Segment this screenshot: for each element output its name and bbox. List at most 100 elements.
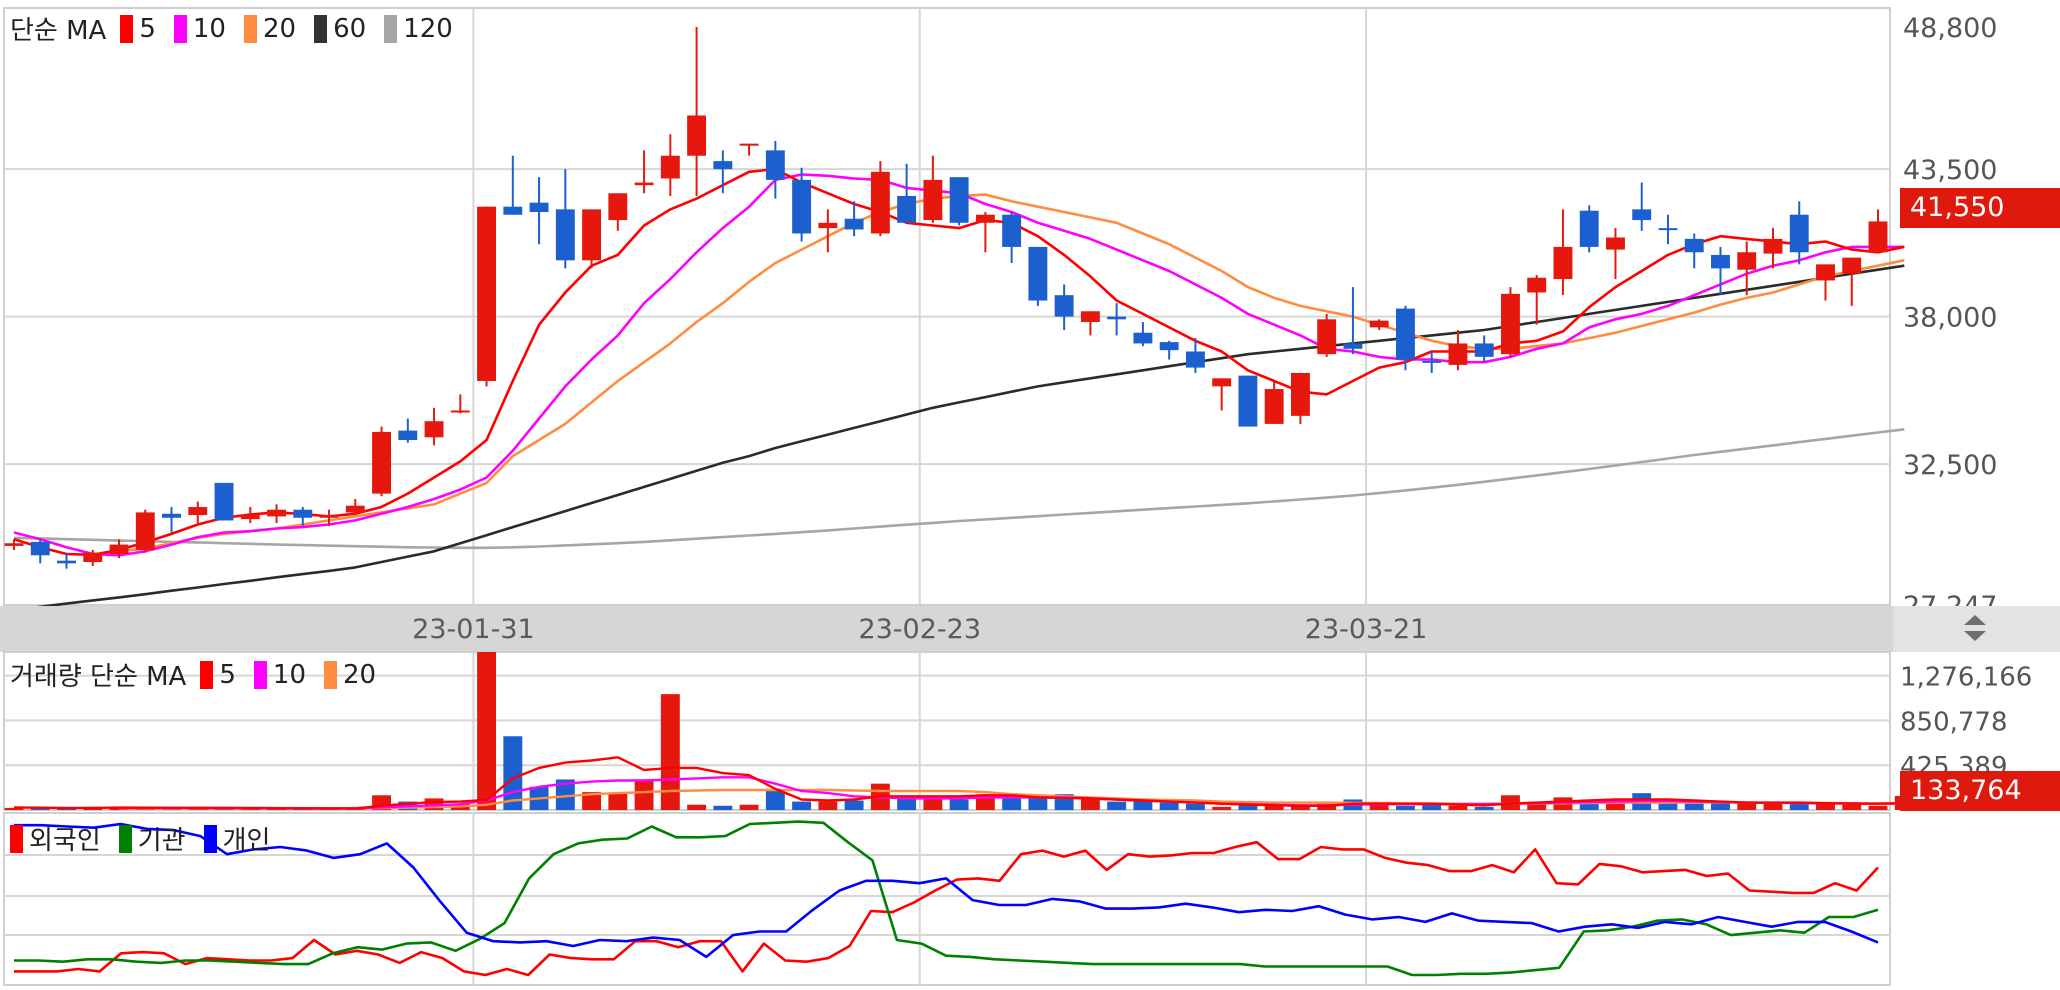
candle-up [4,543,24,546]
investor-legend: 외국인 기관 개인 [2,820,274,857]
volume-bar-up [923,799,943,810]
volume-bar-down [1684,803,1704,810]
time-axis-label: 23-03-21 [1305,614,1428,645]
candle-up [83,552,103,563]
last-volume-tag: 133,764 [1900,771,2060,811]
candle-down [1684,238,1704,253]
price-y-tick: 43,500 [1903,155,1997,186]
candle-down [398,430,418,440]
candle-down [293,509,313,518]
volume-bar-down [949,799,969,810]
price-y-tick: 48,800 [1903,13,1997,44]
candle-down [1395,308,1415,360]
price-legend-label: 20 [262,13,297,44]
candle-up [1369,320,1389,328]
candle-down [1107,316,1127,320]
candle-up [319,515,339,518]
candle-down [1002,214,1022,247]
candle-up [188,507,208,516]
price-legend: 단순 MA 5 10 20 60 120 [10,10,457,47]
axis-resize-handle-icon[interactable] [1960,610,1990,646]
price-legend-label: 120 [403,13,453,44]
candle-up [135,512,155,550]
candle-down [1422,360,1442,363]
volume-bar-down [1395,805,1415,810]
candle-up [634,182,654,186]
candle-up [1606,237,1625,250]
volume-y-tick: 850,778 [1900,707,2008,737]
candle-up [1842,257,1862,274]
candle-up [477,206,497,381]
volume-y-tick: 1,276,166 [1900,663,2032,693]
volume-bar-up [608,793,628,810]
volume-bar-down [1658,803,1678,810]
volume-bar-down [713,805,733,810]
candle-up [345,505,365,513]
price-legend-swatch [243,14,257,43]
candle-down [713,161,733,170]
volume-bar-up [739,804,759,810]
price-legend-swatch [173,14,187,43]
candle-up [1527,277,1547,293]
candle-up [1264,389,1284,424]
candle-down [1711,254,1730,269]
candle-up [267,509,286,517]
candle-up [870,171,890,234]
volume-legend-label: 5 [219,659,236,690]
price-legend-label: 60 [333,13,367,44]
candle-up [1816,264,1835,281]
candle-down [792,179,812,234]
candle-up [660,155,680,179]
investor-panel [3,812,1891,986]
candle-down [1343,343,1363,349]
candle-up [240,515,260,520]
volume-legend-label: 10 [272,659,306,690]
candle-up [1553,246,1573,280]
candle-up [1212,378,1232,387]
volume-bar-up [634,779,654,810]
candle-up [372,431,392,494]
volume-bar-up [1842,804,1862,810]
volume-bar-up [1816,803,1835,810]
candle-up [424,421,444,438]
candle-up [1080,311,1100,322]
candle-down [1474,343,1494,357]
volume-bar-down [792,801,812,810]
time-axis-bar[interactable] [0,606,2060,652]
candle-up [1500,293,1520,355]
investor-legend-label: 개인 [222,826,271,856]
volume-bar-down [1107,801,1127,810]
volume-bar-up [1080,798,1100,810]
volume-bar-up [818,801,838,810]
volume-bar-down [1185,803,1205,810]
price-legend-swatch [384,14,398,43]
volume-legend-swatch [253,660,267,689]
candle-up [1763,238,1783,254]
last-price-tag: 41,550 [1900,188,2060,228]
volume-bar-up [1868,805,1888,810]
volume-bar-up [477,652,497,810]
price-y-tick: 38,000 [1903,303,1997,334]
volume-legend-swatch [200,660,214,689]
time-axis[interactable]: 23-01-31 23-02-23 23-03-21 [0,606,2060,652]
candle-up [608,193,628,221]
candle-up [975,214,995,223]
time-axis-label: 23-02-23 [858,614,981,645]
price-legend-swatch [314,14,328,43]
price-legend-label: 5 [139,13,156,44]
volume-bar-down [844,800,864,810]
price-legend-label: 10 [192,13,226,44]
price-legend-title: 단순 MA [10,16,107,46]
volume-bar-down [1474,806,1494,810]
volume-legend: 거래량 단순 MA 5 10 20 [10,656,380,693]
candle-up [818,222,838,229]
stock-chart[interactable]: 48,80043,50038,00032,50027,247 23-01-312… [0,0,2060,990]
candle-down [30,541,50,556]
investor-legend-swatch [203,824,217,853]
candle-up [1868,221,1888,253]
candle-up [739,143,759,146]
candle-up [582,209,602,261]
candle-down [1632,209,1652,221]
investor-legend-label: 외국인 [29,826,101,856]
price-plot-area [3,7,1891,606]
